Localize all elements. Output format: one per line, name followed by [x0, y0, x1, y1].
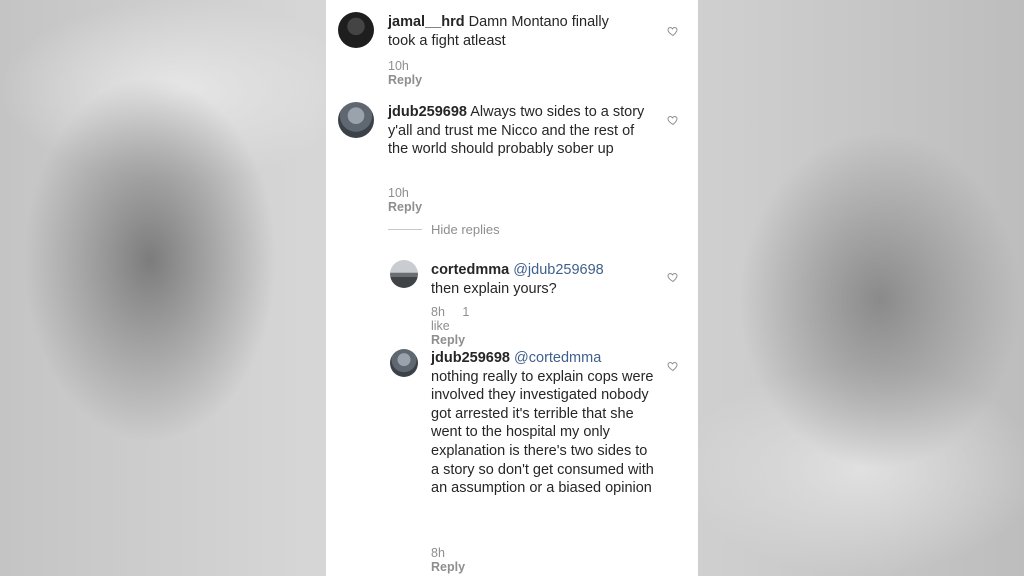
- reply-body: cortedmma @jdub259698 then explain yours…: [431, 261, 656, 298]
- reply-body: jdub259698 @cortedmma nothing really to …: [431, 349, 659, 498]
- reply-text: then explain yours?: [431, 280, 557, 297]
- heart-icon[interactable]: [667, 360, 679, 372]
- avatar[interactable]: [338, 102, 374, 138]
- reply-meta: 8h 1 like Reply: [431, 305, 479, 347]
- hide-replies-button[interactable]: Hide replies: [431, 222, 500, 237]
- comment-time: 10h: [388, 59, 409, 73]
- reply-text: nothing really to explain cops were invo…: [431, 368, 654, 497]
- comment-username[interactable]: jamal__hrd: [388, 14, 465, 30]
- comment-body: jamal__hrd Damn Montano finally took a f…: [388, 13, 638, 50]
- reply-time: 8h: [431, 546, 445, 560]
- reply-time: 8h: [431, 305, 445, 319]
- heart-icon[interactable]: [667, 271, 679, 283]
- reply-mention[interactable]: @cortedmma: [514, 350, 601, 366]
- divider-line: [388, 229, 422, 230]
- reply-button[interactable]: Reply: [388, 200, 422, 214]
- reply-username[interactable]: jdub259698: [431, 350, 510, 366]
- reply-button[interactable]: Reply: [388, 73, 422, 87]
- comment-meta: 10h Reply: [388, 59, 436, 87]
- comment-meta: 10h Reply: [388, 186, 436, 214]
- reply-username[interactable]: cortedmma: [431, 262, 509, 278]
- reply-mention[interactable]: @jdub259698: [513, 262, 604, 278]
- comment-username[interactable]: jdub259698: [388, 104, 467, 120]
- comment-body: jdub259698 Always two sides to a story y…: [388, 103, 658, 159]
- avatar[interactable]: [390, 349, 418, 377]
- reply-button[interactable]: Reply: [431, 560, 465, 574]
- heart-icon[interactable]: [667, 114, 679, 126]
- avatar[interactable]: [390, 260, 418, 288]
- comment-time: 10h: [388, 186, 409, 200]
- avatar[interactable]: [338, 12, 374, 48]
- comments-panel[interactable]: jamal__hrd Damn Montano finally took a f…: [326, 0, 698, 576]
- heart-icon[interactable]: [667, 25, 679, 37]
- reply-button[interactable]: Reply: [431, 333, 465, 347]
- reply-meta: 8h Reply: [431, 546, 479, 574]
